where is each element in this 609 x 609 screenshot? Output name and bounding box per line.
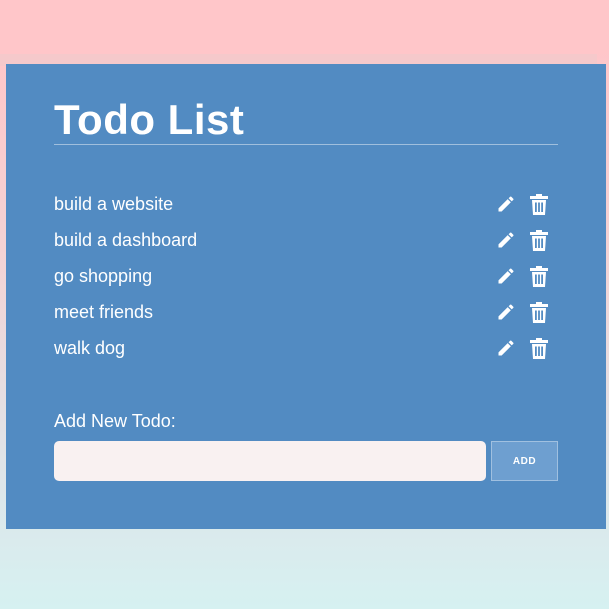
pencil-icon[interactable] xyxy=(495,301,517,323)
trash-icon[interactable] xyxy=(528,193,550,215)
todo-item-actions xyxy=(495,265,550,287)
todo-item: build a website xyxy=(54,186,558,222)
pencil-icon[interactable] xyxy=(495,265,517,287)
pencil-icon[interactable] xyxy=(495,193,517,215)
todo-item-actions xyxy=(495,229,550,251)
trash-icon[interactable] xyxy=(528,301,550,323)
todo-item-text: go shopping xyxy=(54,265,153,286)
pencil-icon[interactable] xyxy=(495,229,517,251)
title-divider xyxy=(54,144,558,145)
add-button[interactable]: ADD xyxy=(491,441,558,481)
todo-item-actions xyxy=(495,301,550,323)
todo-item-text: build a website xyxy=(54,193,174,214)
new-todo-input[interactable] xyxy=(54,441,486,481)
todo-item-text: meet friends xyxy=(54,301,154,322)
pencil-icon[interactable] xyxy=(495,337,517,359)
add-todo-label: Add New Todo: xyxy=(54,411,176,431)
trash-icon[interactable] xyxy=(528,337,550,359)
trash-icon[interactable] xyxy=(528,265,550,287)
todo-list: build a website build a dashboard go sho… xyxy=(54,186,558,366)
todo-item-actions xyxy=(495,193,550,215)
todo-item: meet friends xyxy=(54,294,558,330)
todo-item: walk dog xyxy=(54,330,558,366)
trash-icon[interactable] xyxy=(528,229,550,251)
todo-item: build a dashboard xyxy=(54,222,558,258)
todo-item-actions xyxy=(495,337,550,359)
todo-item: go shopping xyxy=(54,258,558,294)
todo-item-text: build a dashboard xyxy=(54,229,198,250)
todo-card: Todo List build a website build a dashbo… xyxy=(6,64,606,529)
page-title: Todo List xyxy=(54,96,245,143)
todo-item-text: walk dog xyxy=(54,337,126,358)
